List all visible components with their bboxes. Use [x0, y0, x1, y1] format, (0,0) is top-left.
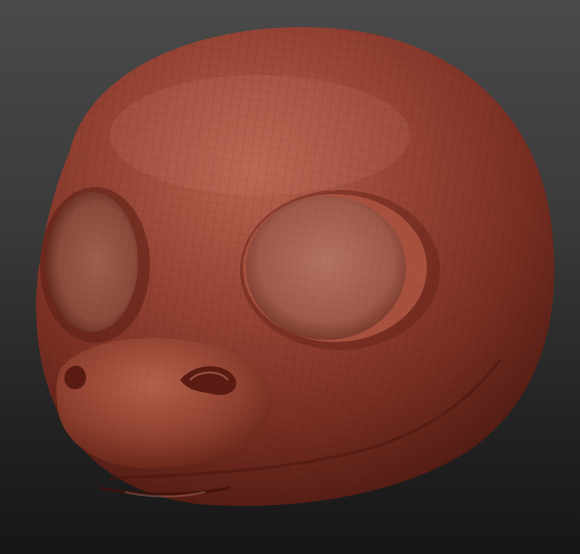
sculpt-viewport[interactable] — [0, 0, 580, 554]
head-render — [36, 27, 555, 506]
